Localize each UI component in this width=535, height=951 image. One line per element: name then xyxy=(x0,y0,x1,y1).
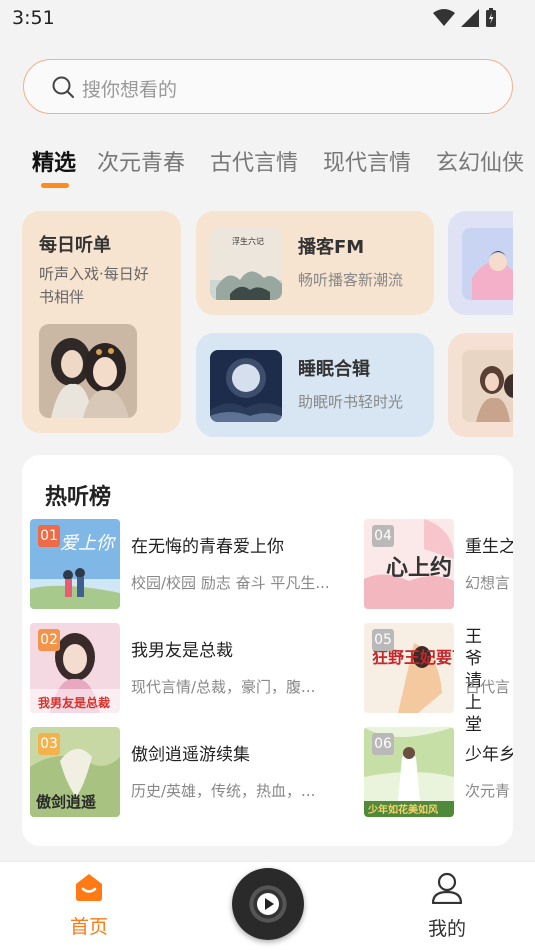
book-cover: 心上约 04 xyxy=(364,519,454,609)
tab-youth[interactable]: 次元青春 xyxy=(97,145,185,177)
rank-badge: 01 xyxy=(38,525,60,547)
hot-list-item[interactable]: 我男友是总裁 02 我男友是总裁 现代言情/总裁，豪门，腹... xyxy=(30,623,360,715)
book-cover: 狂野王妃要下堂 05 xyxy=(364,623,454,713)
podcast-fm-card[interactable]: 浮生六记 播客FM 畅听播客新潮流 xyxy=(196,211,434,315)
rank-badge: 02 xyxy=(38,629,60,651)
nav-mine[interactable]: 我的 xyxy=(418,872,476,941)
podcast-fm-subtitle: 畅听播客新潮流 xyxy=(298,271,404,289)
profile-icon xyxy=(431,872,463,905)
book-tags: 次元青 xyxy=(465,782,511,800)
wifi-icon xyxy=(433,9,455,26)
hot-list-item[interactable]: 爱上你 01 在无悔的青春爱上你 校园/校园 励志 奋斗 平凡生... xyxy=(30,519,360,611)
book-title: 傲剑逍遥游续集 xyxy=(131,745,250,765)
tab-featured[interactable]: 精选 xyxy=(32,145,76,177)
cover-title-text: 傲剑逍遥 xyxy=(36,793,96,811)
search-icon xyxy=(52,76,74,98)
rank-badge: 04 xyxy=(372,525,394,547)
cover-title-text: 爱上你 xyxy=(60,533,117,554)
podcast-cover-text: 浮生六记 xyxy=(232,236,264,246)
hot-list-item[interactable]: 狂野王妃要下堂 05 王爷请上堂 古代言 xyxy=(364,623,513,735)
rank-badge: 05 xyxy=(372,629,394,651)
book-title: 重生之 xyxy=(465,537,513,557)
daily-list-subtitle: 听声入戏·每日好书相伴 xyxy=(39,265,149,306)
sleep-collection-card[interactable]: 睡眠合辑 助眠听书轻时光 xyxy=(196,333,434,437)
book-cover: 少年如花美如风 06 xyxy=(364,727,454,817)
cover-title-text: 少年如花美如风 xyxy=(367,803,438,816)
hot-list-item[interactable]: 少年如花美如风 06 少年乡 次元青 xyxy=(364,727,513,819)
sleep-collection-subtitle: 助眠听书轻时光 xyxy=(298,393,404,411)
daily-list-title: 每日听单 xyxy=(39,235,111,256)
signal-icon xyxy=(461,9,479,27)
book-title: 在无悔的青春爱上你 xyxy=(131,537,284,557)
cover-title-text: 心上约 xyxy=(386,555,452,581)
book-title: 我男友是总裁 xyxy=(131,641,233,661)
book-cover: 爱上你 01 xyxy=(30,519,120,609)
hot-list-item[interactable]: 傲剑逍遥 03 傲剑逍遥游续集 历史/英雄，传统，热血，... xyxy=(30,727,360,819)
rank-badge: 03 xyxy=(38,733,60,755)
nav-home[interactable]: 首页 xyxy=(60,872,118,939)
book-tags: 幻想言 xyxy=(465,574,511,592)
player-button[interactable] xyxy=(232,868,304,940)
sleep-cover xyxy=(210,350,282,422)
tab-fantasy[interactable]: 玄幻仙侠 xyxy=(436,145,524,177)
book-cover: 我男友是总裁 02 xyxy=(30,623,120,713)
status-time: 3:51 xyxy=(12,7,55,29)
status-icons xyxy=(433,8,497,28)
hot-list-item[interactable]: 心上约 04 重生之 幻想言 xyxy=(364,519,513,611)
home-icon xyxy=(76,874,102,901)
book-tags: 校园/校园 励志 奋斗 平凡生... xyxy=(131,574,330,592)
category-tabs: 精选 次元青春 古代言情 现代言情 玄幻仙侠 xyxy=(0,140,535,190)
book-cover: 傲剑逍遥 03 xyxy=(30,727,120,817)
status-bar: 3:51 xyxy=(0,0,535,36)
sleep-collection-title: 睡眠合辑 xyxy=(298,359,370,380)
bottom-nav: 首页 我的 xyxy=(0,861,535,951)
nav-home-label: 首页 xyxy=(69,916,108,938)
book-tags: 历史/英雄，传统，热血，... xyxy=(131,782,316,800)
rank-badge: 06 xyxy=(372,733,394,755)
battery-icon xyxy=(486,8,496,27)
hot-list-panel: 热听榜 爱上你 01 在无悔的青春爱上你 校园/校园 励志 奋斗 平凡生... xyxy=(22,455,513,846)
hot-list-title: 热听榜 xyxy=(45,485,112,510)
podcast-cover: 浮生六记 xyxy=(210,228,282,300)
search-input[interactable]: 搜你想看的 xyxy=(82,75,177,102)
book-tags: 古代言 xyxy=(465,678,511,696)
book-tags: 现代言情/总裁，豪门，腹... xyxy=(131,678,316,696)
nav-mine-label: 我的 xyxy=(427,918,466,940)
tab-modern-romance[interactable]: 现代言情 xyxy=(323,145,411,177)
search-bar[interactable]: 搜你想看的 xyxy=(23,59,513,114)
book-title: 少年乡 xyxy=(465,745,513,765)
play-icon xyxy=(257,893,279,915)
podcast-fm-title: 播客FM xyxy=(298,237,365,258)
daily-list-cover xyxy=(39,324,137,418)
edge-mask xyxy=(513,200,535,450)
tab-active-indicator xyxy=(41,183,69,188)
tab-ancient-romance[interactable]: 古代言情 xyxy=(210,145,298,177)
cover-title-text: 我男友是总裁 xyxy=(38,695,110,710)
daily-list-card[interactable]: 每日听单 听声入戏·每日好书相伴 xyxy=(22,211,181,433)
